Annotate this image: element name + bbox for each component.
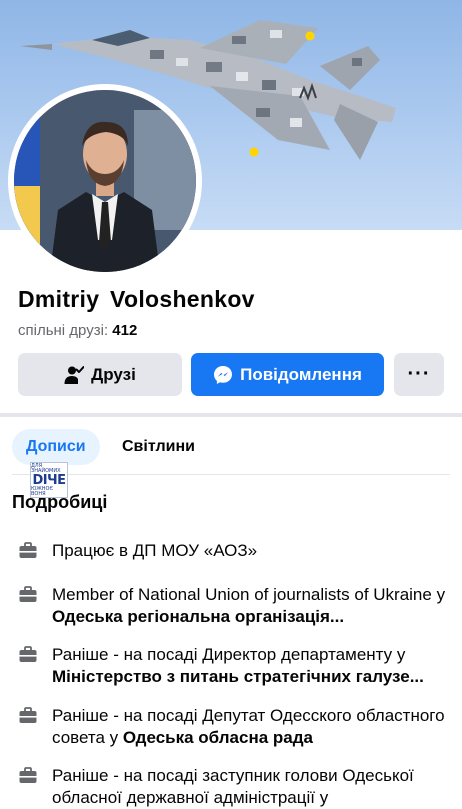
more-options-button[interactable]: ···	[394, 353, 444, 396]
messenger-icon	[214, 365, 233, 384]
watermark-main: DIЧЕ	[32, 472, 66, 488]
detail-text: Раніше - на посаді заступник голови Одес…	[52, 766, 414, 807]
profile-name: Dmitriy Voloshenkov	[18, 286, 255, 312]
friends-button[interactable]: Друзі	[18, 353, 182, 396]
tabs-divider	[12, 474, 450, 475]
detail-item[interactable]: Раніше - на посаді заступник голови Одес…	[18, 765, 448, 809]
message-button-label: Повідомлення	[240, 364, 362, 384]
detail-place: Одеська регіональна організація...	[52, 607, 345, 626]
briefcase-icon	[19, 542, 37, 558]
friends-button-label: Друзі	[91, 364, 136, 384]
briefcase-icon	[19, 767, 37, 783]
detail-item[interactable]: Працює в ДП МОУ «АОЗ»	[18, 540, 448, 562]
detail-text: Працює в ДП МОУ «АОЗ»	[52, 541, 258, 560]
detail-item[interactable]: Раніше - на посаді Депутат Одесского обл…	[18, 705, 448, 749]
watermark-top: ДЛЯ ЗНАЙОМИХ	[31, 462, 61, 474]
mutual-friends-count: 412	[112, 322, 138, 339]
tab-posts[interactable]: Дописи	[12, 429, 100, 465]
detail-text: Раніше - на посаді Директор департаменту…	[52, 645, 406, 664]
briefcase-icon	[19, 646, 37, 662]
profile-photo-illustration	[14, 90, 196, 272]
message-button[interactable]: Повідомлення	[191, 353, 384, 396]
profile-avatar[interactable]	[14, 90, 196, 272]
mutual-friends[interactable]: спільні друзі: 412	[18, 322, 137, 339]
detail-place: Одеська обласна рада	[122, 728, 313, 747]
briefcase-icon	[19, 586, 37, 602]
tab-photos[interactable]: Світлини	[110, 429, 207, 465]
detail-text: Member of National Union of journalists …	[52, 585, 446, 604]
detail-place: Міністерство з питань стратегічних галуз…	[52, 667, 424, 686]
detail-item[interactable]: Member of National Union of journalists …	[18, 584, 448, 628]
briefcase-icon	[19, 707, 37, 723]
detail-item[interactable]: Раніше - на посаді Директор департаменту…	[18, 644, 448, 688]
details-title: Подробиці	[12, 492, 108, 512]
section-divider	[0, 413, 462, 417]
person-check-icon	[64, 365, 85, 384]
mutual-friends-label: спільні друзі:	[18, 322, 109, 339]
